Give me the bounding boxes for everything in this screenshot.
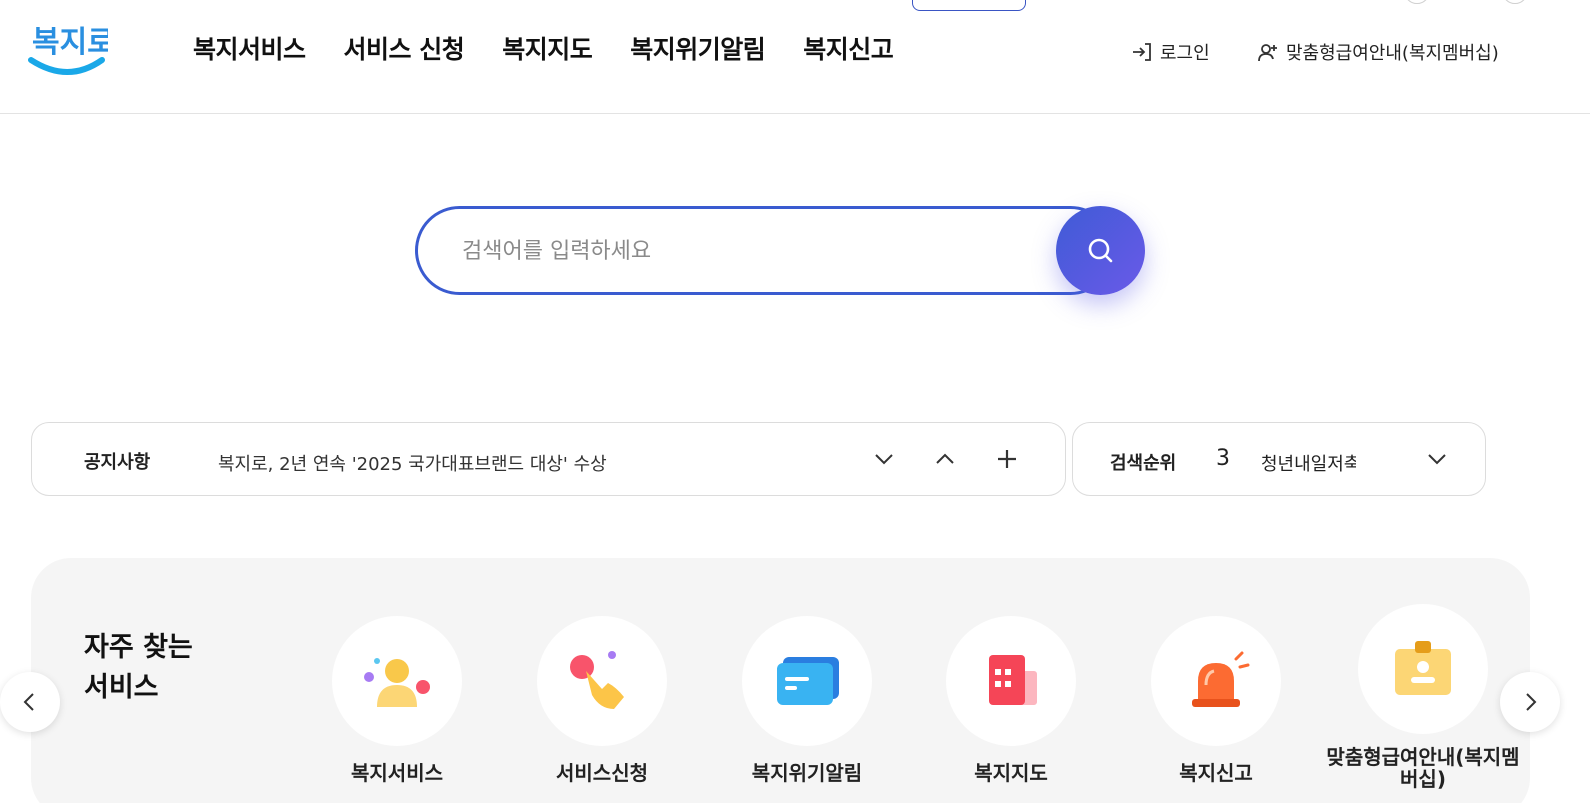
login-icon (1133, 43, 1151, 61)
chevron-down-icon (1428, 454, 1446, 465)
add-user-icon (1258, 44, 1277, 62)
service-label: 복지서비스 (351, 761, 443, 785)
frequent-services-title: 자주 찾는 서비스 (84, 628, 193, 708)
ranking-label: 검색순위 (1110, 453, 1177, 474)
building-map-icon (989, 655, 1037, 705)
logo-text: 복지로 (32, 25, 108, 60)
notice-text[interactable]: 복지로, 2년 연속 '2025 국가대표브랜드 대상' 수상 (218, 450, 607, 476)
chevron-down-icon (875, 454, 893, 465)
nav-welfare-report[interactable]: 복지신고 (803, 30, 894, 66)
search-icon (1088, 238, 1112, 262)
search-bar (415, 206, 1145, 295)
frequent-title-line2: 서비스 (84, 672, 159, 703)
chevron-right-icon (1526, 693, 1537, 711)
site-header: 복지로 복지서비스 서비스 신청 복지지도 복지위기알림 복지신고 로그인 맞춤… (0, 0, 1590, 114)
logo-icon: 복지로 (28, 25, 115, 75)
site-logo[interactable]: 복지로 (28, 14, 115, 80)
service-item-map[interactable]: 복지지도 (901, 616, 1121, 803)
service-icon-circle (332, 616, 462, 746)
id-badge-icon (1395, 641, 1451, 695)
notice-next-button[interactable] (868, 443, 900, 475)
ranking-number: 3 (1216, 446, 1230, 471)
service-label: 복지지도 (974, 761, 1048, 785)
service-label: 맞춤형급여안내(복지멤버십) (1326, 745, 1520, 791)
plus-icon (998, 450, 1016, 468)
nav-service-apply[interactable]: 서비스 신청 (344, 30, 465, 66)
frequent-services-section: 자주 찾는 서비스 복지서비스 서비스신청 복지위기알림 복지지도 복지신고 맞… (31, 558, 1530, 803)
service-item-report[interactable]: 복지신고 (1106, 616, 1326, 803)
nav-welfare-service[interactable]: 복지서비스 (193, 30, 306, 66)
service-icon-circle (742, 616, 872, 746)
notice-more-button[interactable] (991, 443, 1023, 475)
search-input[interactable] (462, 231, 1042, 271)
top-circle-button[interactable] (1502, 0, 1528, 4)
membership-label: 맞춤형급여안내(복지멤버십) (1286, 43, 1499, 64)
notice-bar: 공지사항 복지로, 2년 연속 '2025 국가대표브랜드 대상' 수상 (31, 422, 1066, 496)
service-icon-circle (537, 616, 667, 746)
ranking-term[interactable]: 청년내일저축 (1261, 450, 1356, 476)
service-label: 서비스신청 (556, 761, 648, 785)
service-item-welfare[interactable]: 복지서비스 (287, 616, 507, 803)
message-card-icon (777, 657, 839, 705)
main-nav: 복지서비스 서비스 신청 복지지도 복지위기알림 복지신고 (193, 30, 894, 66)
membership-link[interactable]: 맞춤형급여안내(복지멤버십) (1256, 39, 1499, 65)
carousel-next-button[interactable] (1500, 672, 1560, 732)
notice-label: 공지사항 (84, 452, 151, 473)
service-icon-circle (946, 616, 1076, 746)
nav-welfare-map[interactable]: 복지지도 (502, 30, 593, 66)
search-box (415, 206, 1115, 295)
service-icon-circle (1151, 616, 1281, 746)
hand-pointer-icon (570, 651, 624, 709)
service-item-crisis[interactable]: 복지위기알림 (697, 616, 917, 803)
top-circle-button[interactable] (1404, 0, 1430, 4)
notice-prev-button[interactable] (929, 443, 961, 475)
siren-icon (1192, 651, 1250, 707)
frequent-title-line1: 자주 찾는 (84, 632, 193, 663)
service-icon-circle (1358, 604, 1488, 734)
service-label: 복지신고 (1179, 761, 1253, 785)
search-ranking: 검색순위 3 청년내일저축 (1072, 422, 1486, 496)
top-banner-button[interactable] (912, 0, 1026, 11)
search-button[interactable] (1056, 206, 1145, 295)
nav-crisis-alert[interactable]: 복지위기알림 (630, 30, 766, 66)
person-icon (364, 658, 430, 707)
chevron-left-icon (23, 693, 34, 711)
service-item-apply[interactable]: 서비스신청 (492, 616, 712, 803)
chevron-up-icon (936, 453, 954, 464)
login-label: 로그인 (1160, 43, 1210, 64)
carousel-prev-button[interactable] (0, 672, 60, 732)
ranking-expand-button[interactable] (1421, 443, 1453, 475)
login-link[interactable]: 로그인 (1130, 39, 1210, 65)
service-label: 복지위기알림 (751, 761, 863, 785)
